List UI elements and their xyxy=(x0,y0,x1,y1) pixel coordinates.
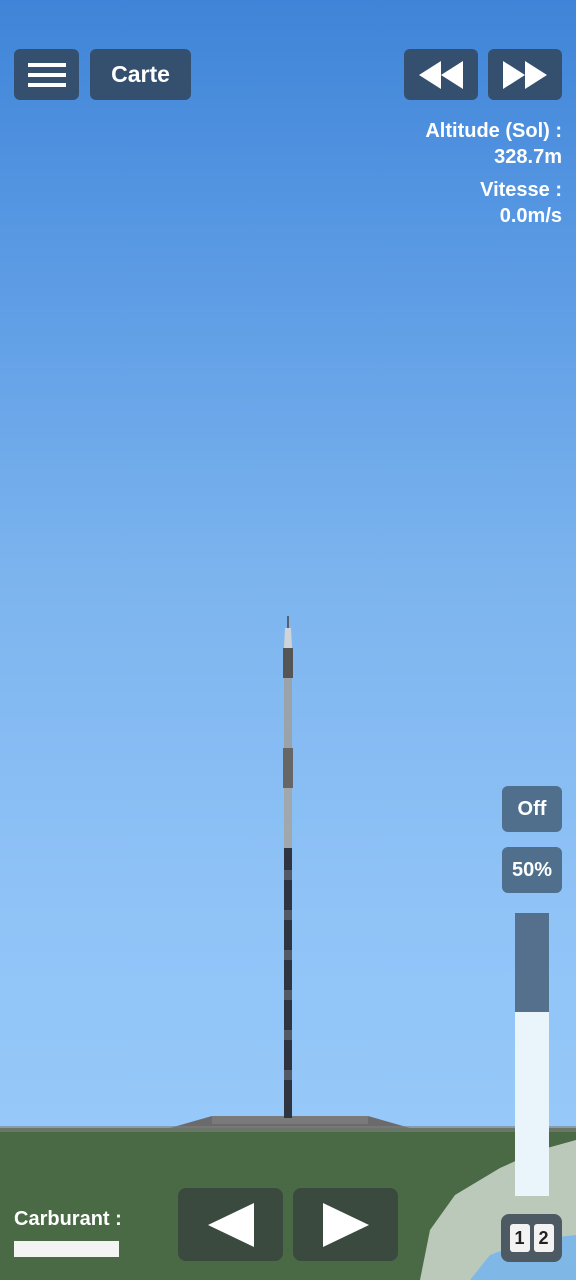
stage-button[interactable]: 1 2 xyxy=(501,1214,562,1262)
throttle-off-button[interactable]: Off xyxy=(502,786,562,832)
rewind-icon xyxy=(419,60,463,89)
map-button[interactable]: Carte xyxy=(90,49,191,100)
fuel-gauge xyxy=(14,1241,119,1257)
velocity-label: Vitesse : xyxy=(480,179,562,201)
fuel-label: Carburant : xyxy=(14,1208,122,1230)
throttle-half-button[interactable]: 50% xyxy=(502,847,562,893)
fast-forward-icon xyxy=(503,60,547,89)
velocity-value: 0.0m/s xyxy=(499,205,562,227)
altitude-value: 328.7m xyxy=(494,146,562,168)
fast-forward-button[interactable] xyxy=(488,49,562,100)
hamburger-menu-icon xyxy=(27,62,66,87)
rewind-button[interactable] xyxy=(404,49,478,100)
rocket xyxy=(283,616,293,1118)
altitude-readout: Altitude (Sol) : 328.7m xyxy=(425,118,562,170)
throttle-handle[interactable] xyxy=(515,913,549,1013)
rotate-left-button[interactable] xyxy=(178,1188,283,1261)
throttle-slider[interactable] xyxy=(515,913,549,1196)
arrow-left-icon xyxy=(207,1202,254,1247)
stage-2-label: 2 xyxy=(533,1224,554,1252)
arrow-right-icon xyxy=(322,1202,369,1247)
menu-button[interactable] xyxy=(14,49,79,100)
velocity-readout: Vitesse : 0.0m/s xyxy=(480,177,562,229)
stage-1-label: 1 xyxy=(509,1224,530,1252)
terrain-edge xyxy=(0,1126,576,1132)
rotate-right-button[interactable] xyxy=(293,1188,398,1261)
altitude-label: Altitude (Sol) : xyxy=(425,120,562,142)
